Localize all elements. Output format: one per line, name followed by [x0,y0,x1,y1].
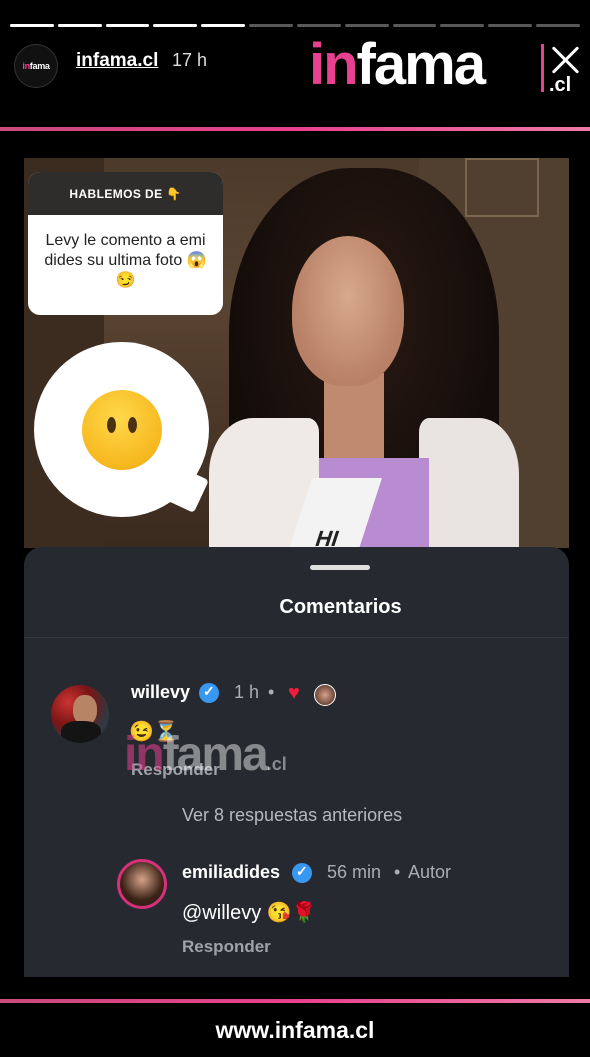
story-timestamp: 17 h [172,50,208,70]
commenter-avatar[interactable] [51,685,109,743]
progress-segment [392,24,437,27]
progress-segment [536,24,580,27]
view-previous-replies-button[interactable]: Ver 8 respuestas anteriores [182,805,402,826]
progress-segment [249,24,293,27]
photo-frame [465,158,539,217]
logo-pink-part: in [309,32,359,97]
verified-badge-icon [199,683,219,703]
progress-segment [105,24,150,27]
avatar-shirt [61,721,101,743]
emoji-left-eye [107,417,116,433]
avatar-logo-pink: in [22,61,30,71]
story-header: in fama infama.cl 17 h infama .cl [14,36,584,96]
watermark-white: fama [162,728,269,781]
progress-segment [201,24,246,27]
footer-url[interactable]: www.infama.cl [0,1017,590,1044]
author-label: Autor [408,862,452,882]
progress-segment [57,24,102,27]
reply-time: 56 min [327,862,382,882]
brand-logo: infama .cl [309,36,571,97]
progress-segment [488,24,533,27]
face-without-mouth-icon [82,390,162,470]
photo-jacket-right [419,418,519,548]
reply-username[interactable]: emiliadides [182,862,280,883]
sticker-header: HABLEMOS DE 👇 [28,172,223,215]
heart-icon[interactable]: ♥ [288,682,300,705]
reply-button[interactable]: Responder [182,937,271,957]
progress-segment [344,24,389,27]
sheet-divider [24,637,569,638]
sheet-title: Comentarios [279,596,402,618]
verified-badge-icon [292,863,312,883]
watermark-suffix: .cl [266,754,287,774]
progress-segment [440,24,485,27]
logo-divider [541,44,544,92]
liked-by-author-avatar [314,684,336,706]
progress-segment [10,24,54,27]
top-divider [0,127,590,131]
emoji-reaction-sticker [34,342,209,517]
photo-neck [324,373,384,463]
logo-white-part: fama [356,32,486,97]
sheet-drag-handle[interactable] [310,565,370,570]
watermark-pink: in [124,728,165,781]
bottom-divider [0,999,590,1003]
emoji-right-eye [128,417,137,433]
comment-time: 1 h [234,682,260,702]
reply-text: @willevy 😘🌹 [182,902,317,924]
photo-face [292,236,404,386]
comments-sheet: Comentarios willevy 1 h • ♥ 😉⏳ Responder… [24,547,569,977]
close-icon[interactable] [548,42,584,78]
profile-avatar[interactable]: in fama [14,44,58,88]
meta-separator: • [394,862,401,882]
reply-author-avatar[interactable] [117,859,167,909]
meta-separator: • [268,682,275,702]
story-progress-bar [10,24,580,27]
comment-username[interactable]: willevy [131,682,190,703]
progress-segment [153,24,198,27]
sticker-text: Levy le comento a emi dides su ultima fo… [44,232,207,289]
sash-text: HI [312,526,343,548]
progress-segment [296,24,341,27]
question-sticker[interactable]: HABLEMOS DE 👇 Levy le comento a emi dide… [28,172,223,315]
avatar-logo-white: fama [29,61,50,71]
watermark-logo: infama.cl [124,727,287,782]
story-username[interactable]: infama.cl [76,50,158,72]
